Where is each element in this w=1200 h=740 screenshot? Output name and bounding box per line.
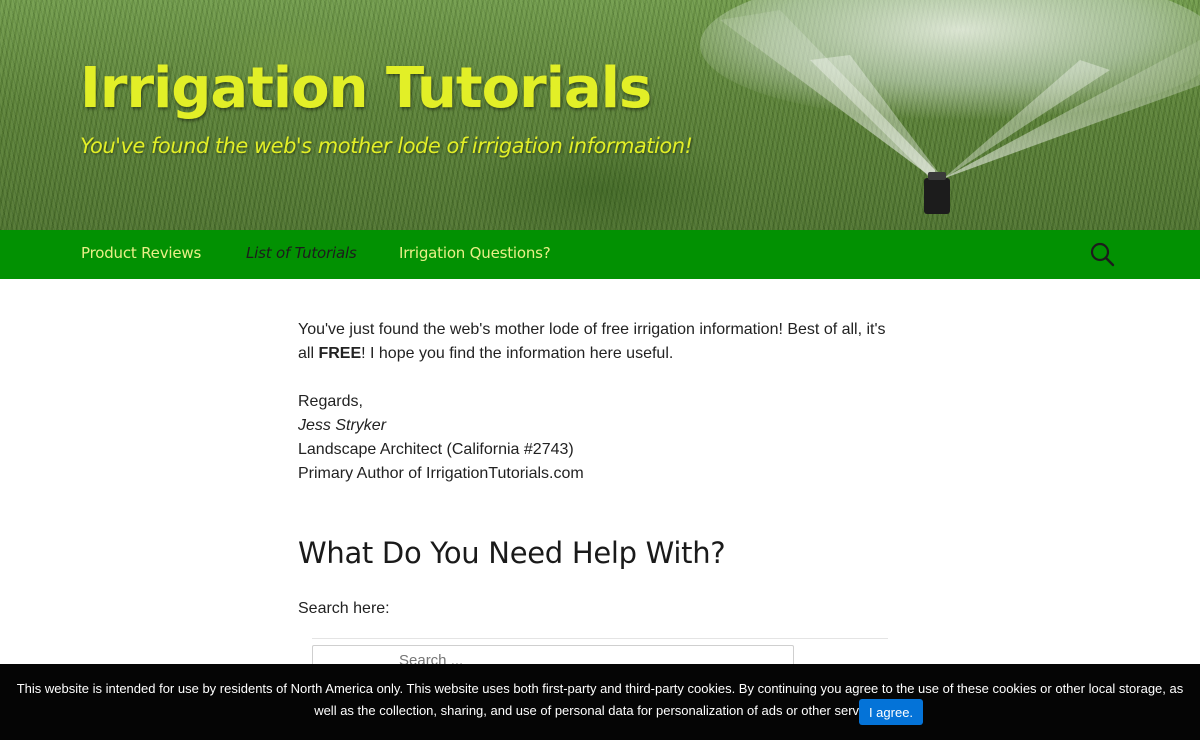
cookie-notice-text: This website is intended for use by resi… xyxy=(16,681,1184,718)
site-header: Irrigation Tutorials You've found the we… xyxy=(0,0,1200,230)
signature-regards: Regards, xyxy=(298,393,363,410)
signature-role: Primary Author of IrrigationTutorials.co… xyxy=(298,465,584,482)
nav-item-product-reviews[interactable]: Product Reviews xyxy=(81,244,201,262)
intro-line-1: You've just found the web's mother lode … xyxy=(298,321,886,338)
intro-paragraph: You've just found the web's mother lode … xyxy=(298,318,898,366)
signature-name: Jess Stryker xyxy=(298,417,387,434)
site-tagline: You've found the web's mother lode of ir… xyxy=(80,134,693,158)
intro-line-2-suffix: ! I hope you find the information here u… xyxy=(361,345,674,362)
help-section-heading: What Do You Need Help With? xyxy=(298,536,726,570)
search-label: Search here: xyxy=(298,600,390,617)
divider xyxy=(312,638,888,639)
nav-item-irrigation-questions[interactable]: Irrigation Questions? xyxy=(399,244,551,262)
intro-content: You've just found the web's mother lode … xyxy=(298,318,898,486)
agree-button[interactable]: I agree. xyxy=(859,699,923,725)
cookie-banner: This website is intended for use by resi… xyxy=(0,664,1200,740)
intro-line-2-prefix: all xyxy=(298,345,319,362)
signature-block: Regards, Jess Stryker Landscape Architec… xyxy=(298,390,898,486)
site-title[interactable]: Irrigation Tutorials xyxy=(80,56,652,121)
free-emphasis: FREE xyxy=(318,345,362,362)
signature-title: Landscape Architect (California #2743) xyxy=(298,441,574,458)
search-icon[interactable] xyxy=(1088,240,1116,268)
nav-item-list-of-tutorials[interactable]: List of Tutorials xyxy=(246,244,357,262)
main-navigation: Product Reviews List of Tutorials Irriga… xyxy=(0,230,1200,279)
